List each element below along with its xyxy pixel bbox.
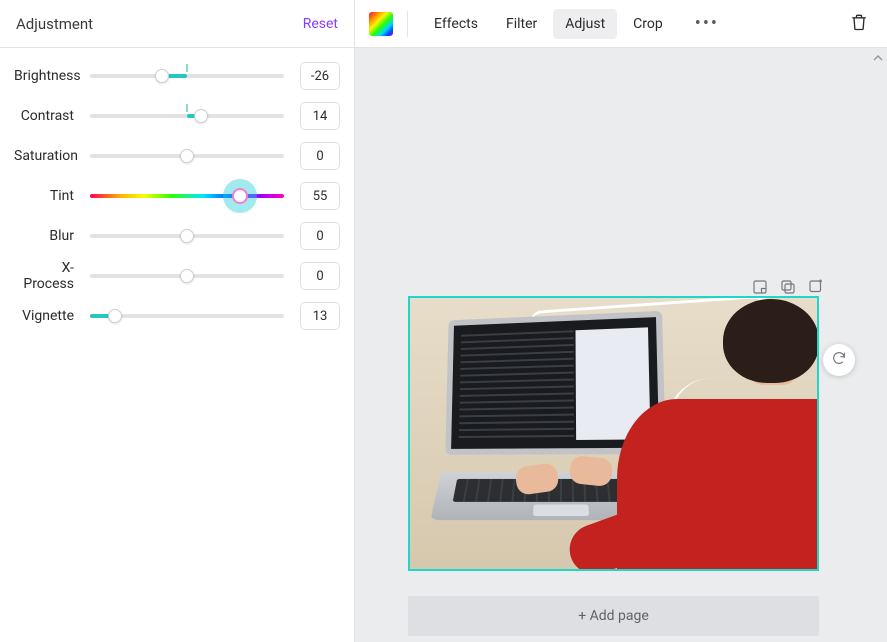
brightness-value[interactable]: -26	[300, 62, 340, 90]
selected-image[interactable]	[408, 296, 819, 571]
xprocess-label: X-Process	[14, 260, 90, 292]
tint-slider[interactable]	[90, 186, 284, 206]
effects-button[interactable]: Effects	[422, 9, 490, 39]
saturation-slider[interactable]	[90, 146, 284, 166]
blur-value[interactable]: 0	[300, 222, 340, 250]
refresh-icon	[831, 350, 847, 370]
page-tools	[751, 278, 825, 296]
editor-toolbar: Effects Filter Adjust Crop •••	[355, 0, 887, 48]
saturation-value[interactable]: 0	[300, 142, 340, 170]
brightness-label: Brightness	[14, 68, 90, 84]
color-swatch-button[interactable]	[369, 12, 393, 36]
editor-main: Effects Filter Adjust Crop •••	[355, 0, 887, 642]
scroll-up-arrow-icon[interactable]	[873, 51, 883, 67]
vignette-label: Vignette	[14, 308, 90, 324]
canvas-area: + Add page	[355, 48, 887, 642]
blur-row: Blur 0	[14, 216, 340, 256]
filter-button[interactable]: Filter	[494, 9, 549, 39]
crop-button[interactable]: Crop	[621, 9, 675, 39]
contrast-slider[interactable]	[90, 106, 284, 126]
tint-value[interactable]: 55	[300, 182, 340, 210]
adjustment-panel-title: Adjustment	[16, 15, 93, 33]
trash-icon	[849, 20, 869, 36]
adjust-button[interactable]: Adjust	[553, 9, 617, 39]
tint-label: Tint	[14, 188, 90, 204]
xprocess-value[interactable]: 0	[300, 262, 340, 290]
reset-image-button[interactable]	[823, 344, 855, 376]
vignette-row: Vignette 13	[14, 296, 340, 336]
duplicate-page-button[interactable]	[779, 278, 797, 296]
adjustment-panel-header: Adjustment Reset	[0, 0, 354, 48]
vignette-slider[interactable]	[90, 306, 284, 326]
duplicate-icon	[779, 278, 797, 296]
note-icon	[751, 278, 769, 296]
toolbar-divider	[407, 11, 408, 37]
reset-button[interactable]: Reset	[303, 16, 338, 32]
add-section-button[interactable]	[807, 278, 825, 296]
xprocess-slider[interactable]	[90, 266, 284, 286]
contrast-row: Contrast 14	[14, 96, 340, 136]
blur-slider[interactable]	[90, 226, 284, 246]
delete-button[interactable]	[845, 8, 873, 40]
vignette-value[interactable]: 13	[300, 302, 340, 330]
saturation-label: Saturation	[14, 148, 90, 164]
tint-row: Tint 55	[14, 176, 340, 216]
contrast-label: Contrast	[14, 108, 90, 124]
add-page-button[interactable]: + Add page	[408, 596, 819, 636]
brightness-row: Brightness -26	[14, 56, 340, 96]
adjustment-panel: Adjustment Reset Brightness -26 Contrast	[0, 0, 355, 642]
brightness-slider[interactable]	[90, 66, 284, 86]
add-section-icon	[807, 278, 825, 296]
more-button[interactable]: •••	[687, 9, 727, 38]
image-content	[410, 298, 817, 569]
saturation-row: Saturation 0	[14, 136, 340, 176]
xprocess-row: X-Process 0	[14, 256, 340, 296]
blur-label: Blur	[14, 228, 90, 244]
notes-button[interactable]	[751, 278, 769, 296]
contrast-value[interactable]: 14	[300, 102, 340, 130]
adjustment-sliders: Brightness -26 Contrast 14	[0, 48, 354, 336]
